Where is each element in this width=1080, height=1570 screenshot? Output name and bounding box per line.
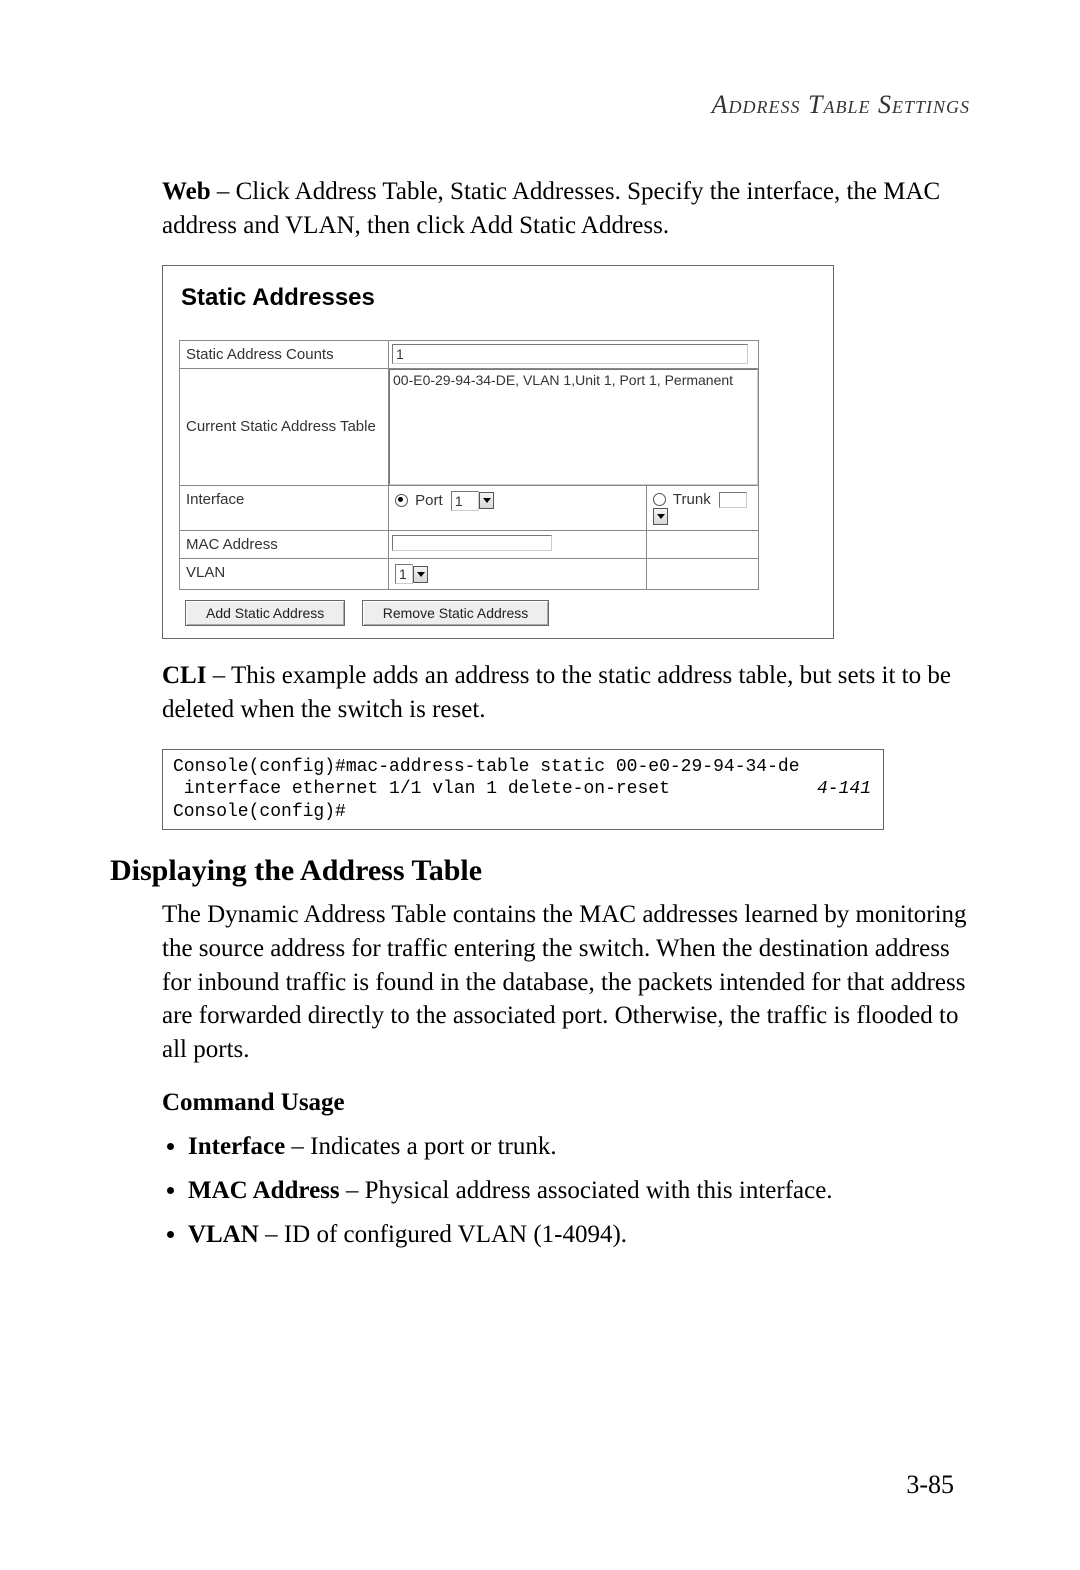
term: Interface (188, 1133, 285, 1160)
remove-static-address-button[interactable]: Remove Static Address (362, 600, 550, 626)
port-dropdown-icon[interactable] (479, 492, 494, 509)
mac-input[interactable] (392, 535, 552, 551)
desc: – ID of configured VLAN (1-4094). (259, 1221, 627, 1248)
address-listbox[interactable]: 00-E0-29-94-34-DE, VLAN 1,Unit 1, Port 1… (389, 369, 758, 485)
panel-title: Static Addresses (181, 284, 821, 312)
section-heading: Displaying the Address Table (110, 854, 970, 888)
cli-text: – This example adds an address to the st… (162, 662, 951, 723)
web-lead: Web (162, 178, 211, 205)
vlan-select-value[interactable]: 1 (395, 564, 413, 584)
running-header: Address Table Settings (110, 90, 970, 120)
port-radio-label: Port (415, 491, 443, 508)
list-item: VLAN – ID of configured VLAN (1-4094). (188, 1215, 970, 1255)
cli-code: Console(config)#mac-address-table static… (173, 757, 800, 822)
list-item[interactable]: 00-E0-29-94-34-DE, VLAN 1,Unit 1, Port 1… (393, 372, 754, 388)
desc: – Physical address associated with this … (340, 1177, 833, 1204)
static-addresses-panel: Static Addresses Static Address Counts 1… (162, 265, 834, 640)
trunk-dropdown-icon[interactable] (653, 508, 668, 525)
trunk-select-value[interactable] (719, 492, 747, 508)
trunk-radio[interactable] (653, 493, 666, 506)
current-table-label: Current Static Address Table (180, 368, 389, 485)
cli-lead: CLI (162, 662, 206, 689)
trunk-radio-label: Trunk (673, 491, 711, 508)
command-usage-heading: Command Usage (162, 1089, 970, 1117)
port-select-value[interactable]: 1 (451, 491, 479, 511)
command-usage-list: Interface – Indicates a port or trunk. M… (162, 1127, 970, 1255)
cli-code-block: Console(config)#mac-address-table static… (162, 749, 884, 831)
cli-instruction: CLI – This example adds an address to th… (162, 659, 970, 727)
vlan-label: VLAN (180, 559, 389, 590)
settings-table: Static Address Counts 1 Current Static A… (179, 340, 759, 591)
vlan-dropdown-icon[interactable] (413, 566, 428, 583)
web-instruction: Web – Click Address Table, Static Addres… (162, 175, 970, 243)
list-item: MAC Address – Physical address associate… (188, 1171, 970, 1211)
term: MAC Address (188, 1177, 340, 1204)
list-item: Interface – Indicates a port or trunk. (188, 1127, 970, 1167)
interface-label: Interface (180, 485, 389, 531)
web-text: – Click Address Table, Static Addresses.… (162, 178, 940, 239)
count-field: 1 (392, 344, 748, 364)
add-static-address-button[interactable]: Add Static Address (185, 600, 345, 626)
cli-page-ref: 4-141 (817, 778, 871, 801)
mac-label: MAC Address (180, 531, 389, 559)
page-number: 3-85 (906, 1470, 954, 1500)
port-radio[interactable] (395, 494, 408, 507)
term: VLAN (188, 1221, 259, 1248)
count-label: Static Address Counts (180, 340, 389, 368)
desc: – Indicates a port or trunk. (285, 1133, 556, 1160)
section-paragraph: The Dynamic Address Table contains the M… (162, 898, 970, 1067)
